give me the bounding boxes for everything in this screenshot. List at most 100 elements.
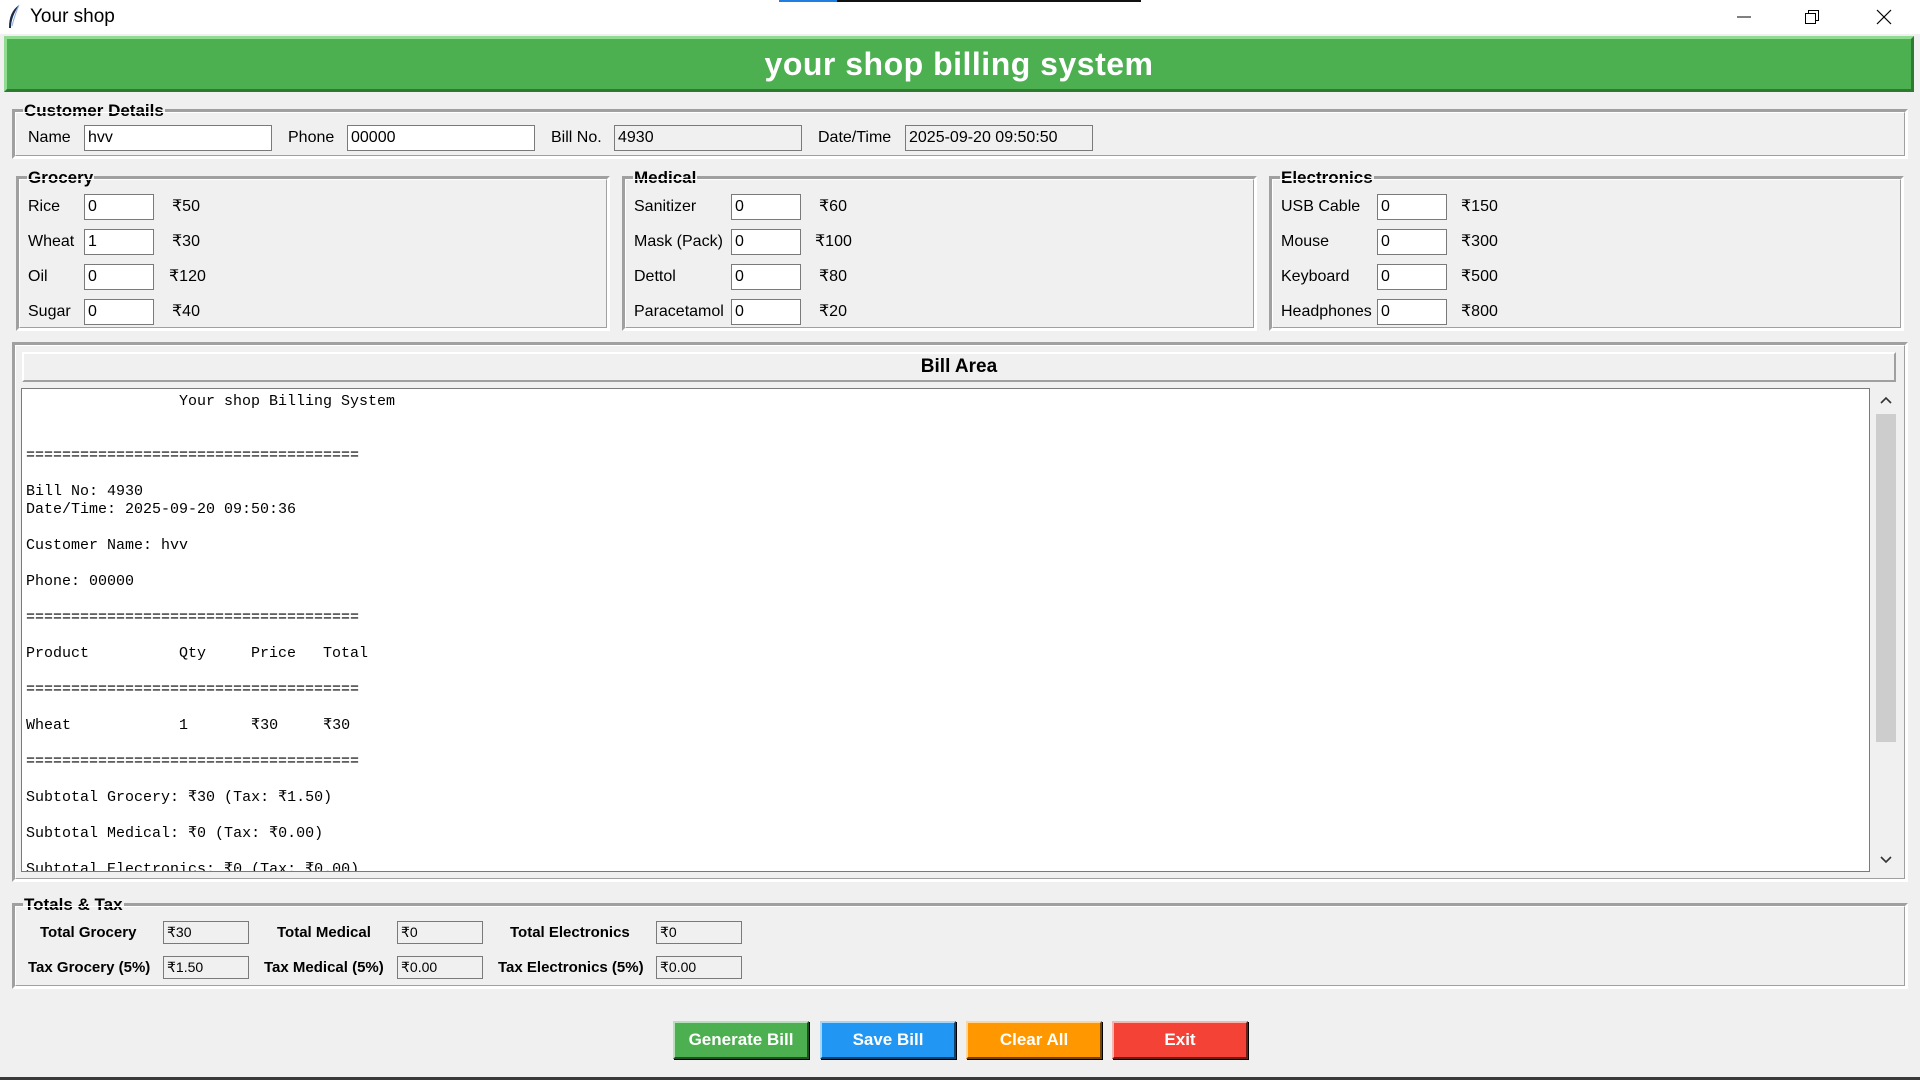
electronics-item-price: ₹800: [1461, 303, 1498, 320]
datetime-field[interactable]: [905, 125, 1093, 151]
app-header: your shop billing system: [4, 36, 1914, 92]
medical-legend: Medical: [633, 168, 698, 188]
chevron-up-icon: [1880, 396, 1892, 404]
total-grocery-label: Total Grocery: [40, 924, 137, 941]
bill-line: Wheat 1 ₹30 ₹30: [26, 717, 351, 734]
bill-line: Product Qty Price Total: [26, 645, 369, 662]
tax-grocery-label: Tax Grocery (5%): [28, 959, 151, 976]
medical-item-label: Dettol: [634, 268, 676, 285]
customer-details-legend: Customer Details: [23, 101, 165, 121]
chevron-down-icon: [1880, 856, 1892, 864]
bill-scrollbar[interactable]: [1874, 388, 1898, 872]
phone-input[interactable]: [347, 125, 535, 151]
grocery-item-label: Rice: [28, 198, 61, 215]
bill-line: =====================================: [26, 681, 360, 698]
electronics-legend: Electronics: [1280, 168, 1374, 188]
bill-line: =====================================: [26, 447, 360, 464]
close-button[interactable]: [1850, 0, 1918, 34]
tax-medical-label: Tax Medical (5%): [264, 959, 384, 976]
electronics-item-price: ₹150: [1461, 198, 1498, 215]
title-progress-bar: [779, 0, 1141, 2]
clear-all-button[interactable]: Clear All: [966, 1021, 1102, 1059]
medical-item-price: ₹20: [819, 303, 847, 320]
name-input[interactable]: [84, 125, 272, 151]
grocery-legend: Grocery: [27, 168, 95, 188]
rice-qty-input[interactable]: [84, 194, 154, 220]
mouse-qty-input[interactable]: [1377, 229, 1447, 255]
total-medical-label: Total Medical: [277, 924, 371, 941]
bill-line: Subtotal Medical: ₹0 (Tax: ₹0.00): [26, 825, 324, 842]
medical-item-price: ₹100: [815, 233, 852, 250]
app-title: your shop billing system: [764, 45, 1154, 82]
bill-area-heading: Bill Area: [22, 352, 1896, 382]
save-bill-button[interactable]: Save Bill: [820, 1021, 956, 1059]
medical-item-price: ₹80: [819, 268, 847, 285]
medical-item-label: Sanitizer: [634, 198, 697, 215]
grocery-item-price: ₹40: [172, 303, 200, 320]
tax-electronics-field[interactable]: [656, 956, 742, 979]
bill-line: =====================================: [26, 609, 360, 626]
feather-icon: [9, 4, 20, 28]
bill-line: Phone: 00000: [26, 573, 135, 590]
wheat-qty-input[interactable]: [84, 229, 154, 255]
total-electronics-label: Total Electronics: [510, 924, 630, 941]
mask-qty-input[interactable]: [731, 229, 801, 255]
bill-text-area[interactable]: Your shop Billing System ===============…: [21, 388, 1870, 872]
bill-line: Date/Time: 2025-09-20 09:50:36: [26, 501, 297, 518]
title-progress-fill: [779, 0, 837, 2]
electronics-item-label: Headphones: [1281, 303, 1372, 320]
name-label: Name: [28, 129, 71, 146]
medical-item-price: ₹60: [819, 198, 847, 215]
window-title: Your shop: [30, 6, 115, 27]
close-icon: [1876, 9, 1892, 25]
grocery-item-price: ₹120: [169, 268, 206, 285]
bill-number-field[interactable]: [614, 125, 802, 151]
sugar-qty-input[interactable]: [84, 299, 154, 325]
bill-line: =====================================: [26, 753, 360, 770]
electronics-item-label: Mouse: [1281, 233, 1330, 250]
total-electronics-field[interactable]: [656, 921, 742, 944]
bill-line: Bill No: 4930: [26, 483, 144, 500]
minimize-button[interactable]: [1710, 0, 1778, 34]
restore-button[interactable]: [1778, 0, 1846, 34]
generate-bill-button[interactable]: Generate Bill: [673, 1021, 809, 1059]
exit-button[interactable]: Exit: [1112, 1021, 1248, 1059]
scroll-down-button[interactable]: [1874, 848, 1898, 872]
electronics-item-price: ₹300: [1461, 233, 1498, 250]
dettol-qty-input[interactable]: [731, 264, 801, 290]
bill-line: Customer Name: hvv: [26, 537, 189, 554]
medical-item-label: Paracetamol: [634, 303, 724, 320]
electronics-item-label: USB Cable: [1281, 198, 1361, 215]
usb-cable-qty-input[interactable]: [1377, 194, 1447, 220]
tax-grocery-field[interactable]: [163, 956, 249, 979]
grocery-item-label: Wheat: [28, 233, 75, 250]
window-titlebar: Your shop: [0, 0, 1920, 34]
electronics-item-label: Keyboard: [1281, 268, 1350, 285]
total-grocery-field[interactable]: [163, 921, 249, 944]
tax-medical-field[interactable]: [397, 956, 483, 979]
grocery-item-label: Oil: [28, 268, 48, 285]
scroll-thumb[interactable]: [1876, 414, 1896, 742]
electronics-item-price: ₹500: [1461, 268, 1498, 285]
bill-line: Subtotal Electronics: ₹0 (Tax: ₹0.00): [26, 861, 360, 872]
grocery-item-label: Sugar: [28, 303, 71, 320]
headphones-qty-input[interactable]: [1377, 299, 1447, 325]
sanitizer-qty-input[interactable]: [731, 194, 801, 220]
bill-line: Subtotal Grocery: ₹30 (Tax: ₹1.50): [26, 789, 333, 806]
paracetamol-qty-input[interactable]: [731, 299, 801, 325]
oil-qty-input[interactable]: [84, 264, 154, 290]
restore-icon: [1805, 10, 1819, 24]
datetime-label: Date/Time: [818, 129, 892, 146]
keyboard-qty-input[interactable]: [1377, 264, 1447, 290]
minimize-icon: [1737, 16, 1751, 18]
total-medical-field[interactable]: [397, 921, 483, 944]
scroll-up-button[interactable]: [1874, 388, 1898, 412]
tax-electronics-label: Tax Electronics (5%): [498, 959, 644, 976]
grocery-item-price: ₹50: [172, 198, 200, 215]
totals-legend: Totals & Tax: [23, 895, 124, 915]
medical-item-label: Mask (Pack): [634, 233, 723, 250]
grocery-item-price: ₹30: [172, 233, 200, 250]
bill-number-label: Bill No.: [551, 129, 602, 146]
bill-line: Your shop Billing System: [26, 393, 396, 410]
phone-label: Phone: [288, 129, 335, 146]
